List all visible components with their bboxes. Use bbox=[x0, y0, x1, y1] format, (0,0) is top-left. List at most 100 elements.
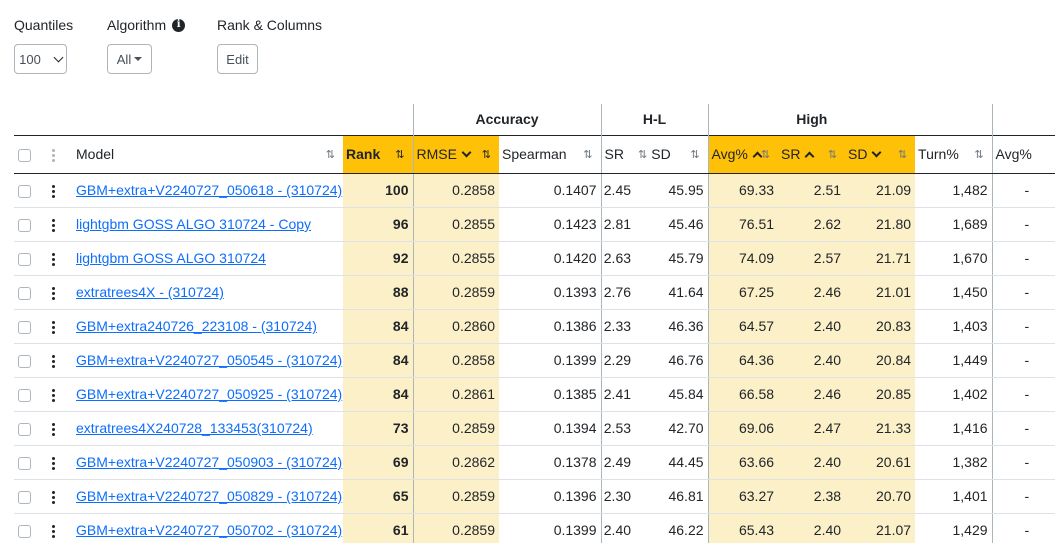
model-link[interactable]: GBM+extra+V2240727_050702 - (310724) bbox=[76, 522, 342, 538]
row-checkbox[interactable] bbox=[18, 490, 31, 504]
model-link[interactable]: extratrees4X - (310724) bbox=[76, 284, 224, 300]
algorithm-dropdown[interactable]: All bbox=[107, 44, 152, 74]
kebab-menu-icon[interactable] bbox=[52, 252, 55, 266]
model-link[interactable]: GBM+extra+V2240727_050925 - (310724) bbox=[76, 386, 342, 402]
avg2-cell: - bbox=[991, 309, 1055, 344]
sort-icon[interactable]: ⇅ bbox=[638, 148, 647, 161]
avg-cell: 67.25 bbox=[707, 275, 779, 310]
avg-cell: 76.51 bbox=[707, 207, 779, 242]
row-menu-cell bbox=[37, 513, 70, 543]
row-checkbox[interactable] bbox=[18, 388, 31, 402]
turn-cell: 1,449 bbox=[915, 343, 993, 378]
table-row[interactable]: GBM+extra+V2240727_050903 - (310724) 69 … bbox=[14, 445, 1055, 480]
row-menu-cell bbox=[37, 309, 70, 344]
row-checkbox[interactable] bbox=[18, 252, 31, 266]
spearman-cell: 0.1420 bbox=[499, 241, 602, 276]
table-row[interactable]: GBM+extra+V2240727_050925 - (310724) 84 … bbox=[14, 377, 1055, 412]
col-model[interactable]: Model ⇅ bbox=[70, 134, 343, 174]
col-spearman[interactable]: Spearman ⇅ bbox=[499, 134, 602, 174]
turn-cell: 1,689 bbox=[915, 207, 993, 242]
table-row[interactable]: lightgbm GOSS ALGO 310724 92 0.2855 0.14… bbox=[14, 241, 1055, 276]
kebab-menu-icon[interactable] bbox=[52, 218, 55, 232]
table-row[interactable]: lightgbm GOSS ALGO 310724 - Copy 96 0.28… bbox=[14, 207, 1055, 242]
sort-icon[interactable]: ⇅ bbox=[974, 148, 983, 161]
row-checkbox[interactable] bbox=[18, 422, 31, 436]
hl-sd-cell: 46.36 bbox=[635, 309, 709, 344]
kebab-menu-icon[interactable] bbox=[52, 524, 55, 538]
row-checkbox[interactable] bbox=[18, 320, 31, 334]
sort-icon[interactable]: ⇅ bbox=[395, 148, 404, 161]
table-row[interactable]: GBM+extra+V2240727_050829 - (310724) 65 … bbox=[14, 479, 1055, 514]
select-all-checkbox[interactable] bbox=[18, 148, 31, 162]
col-avg[interactable]: Avg% ⇅ bbox=[707, 134, 779, 174]
avg2-cell: - bbox=[991, 411, 1055, 446]
quantiles-label: Quantiles bbox=[14, 17, 74, 33]
kebab-menu-icon[interactable] bbox=[52, 286, 55, 300]
model-link[interactable]: lightgbm GOSS ALGO 310724 - Copy bbox=[76, 216, 311, 232]
turn-cell: 1,670 bbox=[915, 241, 993, 276]
avg-cell: 63.66 bbox=[707, 445, 779, 480]
row-checkbox[interactable] bbox=[18, 456, 31, 470]
model-link[interactable]: GBM+extra+V2240727_050903 - (310724) bbox=[76, 454, 342, 470]
rank-cell: 96 bbox=[343, 207, 413, 242]
table-row[interactable]: extratrees4X240728_133453(310724) 73 0.2… bbox=[14, 411, 1055, 446]
hl-sr-cell: 2.76 bbox=[600, 275, 636, 310]
row-checkbox[interactable] bbox=[18, 218, 31, 232]
table-row[interactable]: GBM+extra+V2240727_050618 - (310724) 100… bbox=[14, 173, 1055, 208]
kebab-menu-icon[interactable] bbox=[52, 320, 55, 334]
avg2-cell: - bbox=[991, 275, 1055, 310]
col-hl-sr[interactable]: SR bbox=[600, 134, 636, 174]
avg-cell: 69.06 bbox=[707, 411, 779, 446]
col-avg-label: Avg% bbox=[711, 146, 748, 162]
sort-icon[interactable]: ⇅ bbox=[761, 148, 770, 161]
col-turn[interactable]: Turn% ⇅ bbox=[915, 134, 993, 174]
sort-icon[interactable]: ⇅ bbox=[326, 148, 335, 161]
algorithm-control: Algorithm i All bbox=[107, 16, 186, 74]
col-rmse[interactable]: RMSE ⇅ bbox=[412, 134, 499, 174]
sort-icon[interactable]: ⇅ bbox=[828, 148, 837, 161]
sort-icon[interactable]: ⇅ bbox=[583, 148, 592, 161]
hl-sr-cell: 2.29 bbox=[600, 343, 636, 378]
kebab-menu-icon[interactable] bbox=[52, 354, 55, 368]
table-row[interactable]: extratrees4X - (310724) 88 0.2859 0.1393… bbox=[14, 275, 1055, 310]
info-icon[interactable]: i bbox=[172, 18, 186, 32]
col-high-sr[interactable]: SR ⇅ bbox=[778, 134, 846, 174]
sort-icon[interactable]: ⇅ bbox=[690, 148, 699, 161]
row-checkbox[interactable] bbox=[18, 524, 31, 538]
row-checkbox[interactable] bbox=[18, 184, 31, 198]
kebab-menu-icon[interactable] bbox=[52, 490, 55, 504]
row-select-cell bbox=[14, 411, 37, 446]
rmse-cell: 0.2861 bbox=[412, 377, 499, 412]
row-menu-cell bbox=[37, 445, 70, 480]
kebab-menu-icon[interactable] bbox=[52, 388, 55, 402]
kebab-menu-icon[interactable] bbox=[52, 422, 55, 436]
hl-sr-cell: 2.81 bbox=[600, 207, 636, 242]
quantiles-select[interactable]: 100 bbox=[14, 44, 67, 74]
high-sd-cell: 20.84 bbox=[845, 343, 916, 378]
row-checkbox[interactable] bbox=[18, 286, 31, 300]
model-link[interactable]: GBM+extra+V2240727_050545 - (310724) bbox=[76, 352, 342, 368]
hl-sr-cell: 2.30 bbox=[600, 479, 636, 514]
sort-icon[interactable]: ⇅ bbox=[482, 148, 491, 161]
edit-button[interactable]: Edit bbox=[217, 44, 258, 74]
table-row[interactable]: GBM+extra+V2240727_050702 - (310724) 61 … bbox=[14, 513, 1055, 543]
hl-sr-cell: 2.45 bbox=[600, 173, 636, 208]
kebab-menu-icon[interactable] bbox=[52, 184, 55, 198]
model-link[interactable]: GBM+extra+V2240727_050829 - (310724) bbox=[76, 488, 342, 504]
sort-icon[interactable]: ⇅ bbox=[898, 148, 907, 161]
avg2-cell: - bbox=[991, 343, 1055, 378]
model-link[interactable]: extratrees4X240728_133453(310724) bbox=[76, 420, 313, 436]
col-rank[interactable]: Rank ⇅ bbox=[343, 134, 413, 174]
row-checkbox[interactable] bbox=[18, 354, 31, 368]
model-link[interactable]: GBM+extra240726_223108 - (310724) bbox=[76, 318, 317, 334]
hl-sr-cell: 2.53 bbox=[600, 411, 636, 446]
table-row[interactable]: GBM+extra240726_223108 - (310724) 84 0.2… bbox=[14, 309, 1055, 344]
col-high-sd[interactable]: SD ⇅ bbox=[845, 134, 916, 174]
col-avg2[interactable]: Avg% bbox=[991, 134, 1055, 174]
col-hl-sd[interactable]: ⇅ SD ⇅ bbox=[635, 134, 709, 174]
table-row[interactable]: GBM+extra+V2240727_050545 - (310724) 84 … bbox=[14, 343, 1055, 378]
model-link[interactable]: GBM+extra+V2240727_050618 - (310724) bbox=[76, 182, 342, 198]
model-link[interactable]: lightgbm GOSS ALGO 310724 bbox=[76, 250, 266, 266]
kebab-menu-icon[interactable] bbox=[52, 456, 55, 470]
rank-cell: 73 bbox=[343, 411, 413, 446]
